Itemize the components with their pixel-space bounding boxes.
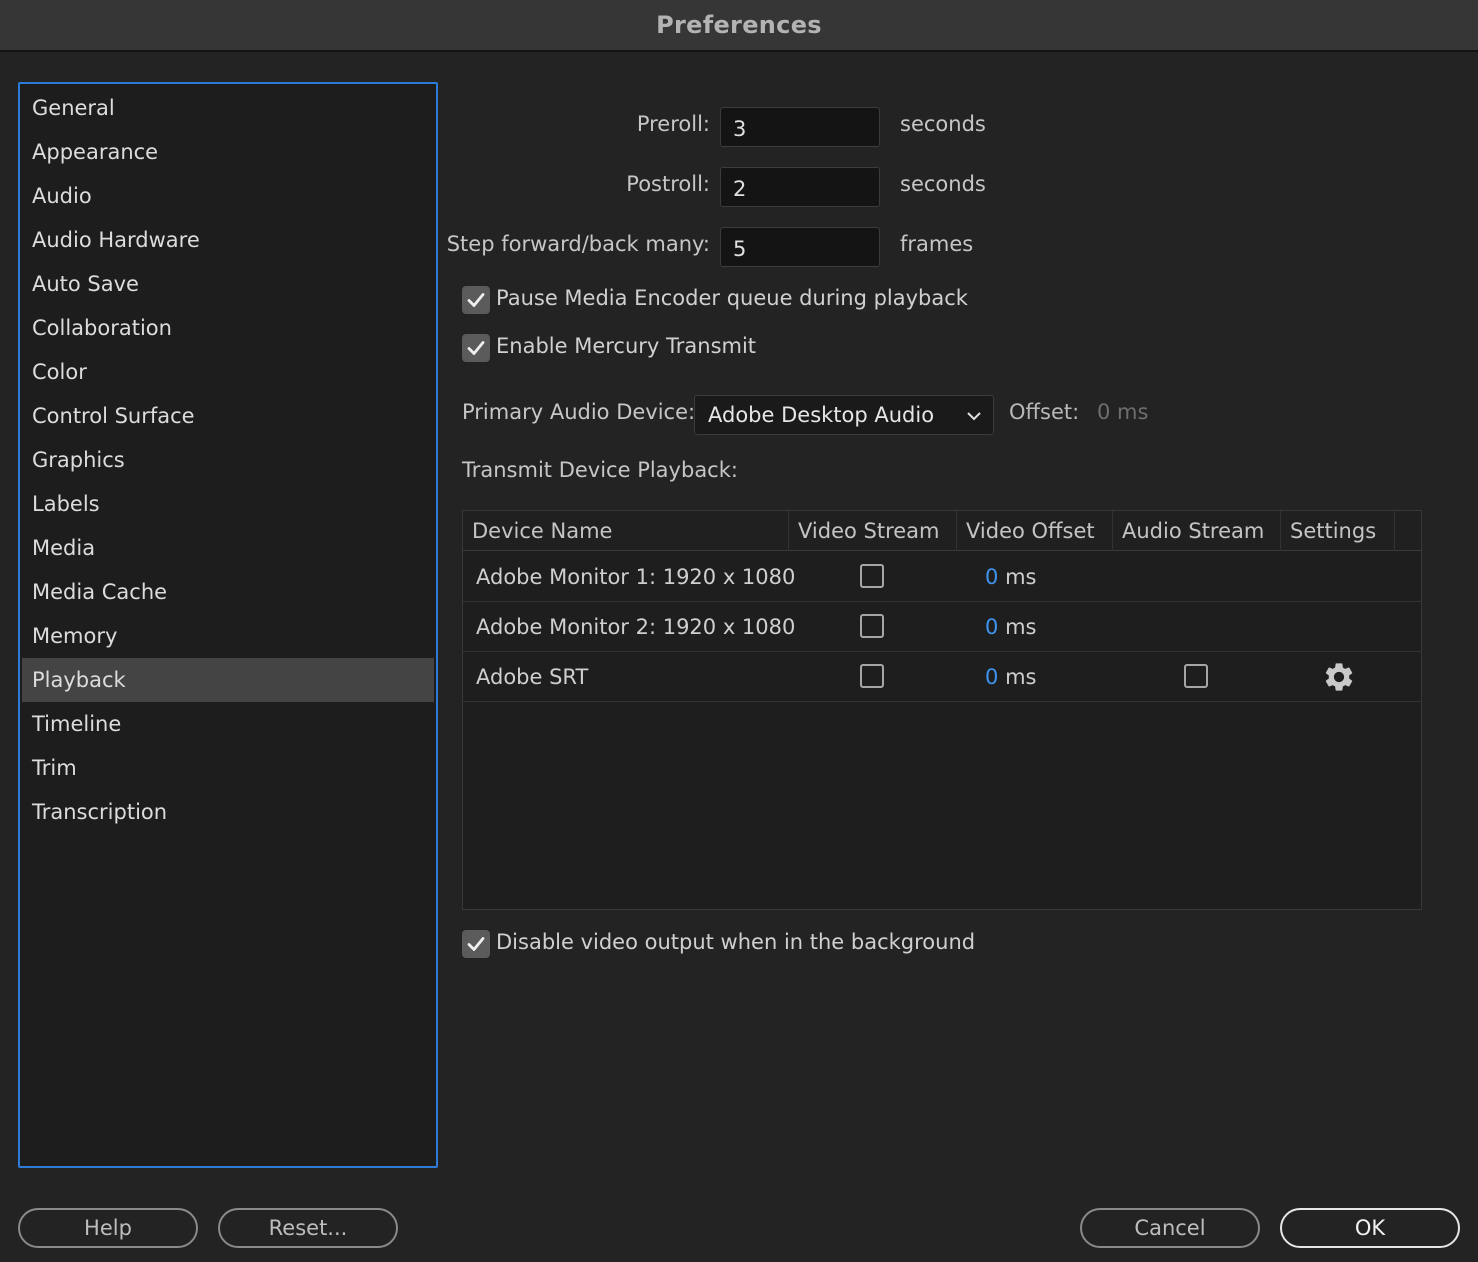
offset-label: Offset: (1009, 400, 1080, 424)
video-stream-checkbox[interactable] (860, 664, 884, 688)
sidebar-item-audio-hardware[interactable]: Audio Hardware (22, 218, 434, 262)
video-offset-unit: ms (1005, 615, 1037, 639)
sidebar-item-media[interactable]: Media (22, 526, 434, 570)
sidebar-item-media-cache[interactable]: Media Cache (22, 570, 434, 614)
column-header-settings[interactable]: Settings (1281, 511, 1395, 551)
device-name: Adobe SRT (476, 665, 589, 689)
mercury-transmit-label: Enable Mercury Transmit (496, 334, 757, 358)
table-row[interactable]: Adobe SRT 0 ms (463, 652, 1421, 702)
postroll-input[interactable] (720, 167, 880, 207)
sidebar-item-control-surface[interactable]: Control Surface (22, 394, 434, 438)
sidebar-item-trim[interactable]: Trim (22, 746, 434, 790)
settings-button[interactable] (1321, 652, 1357, 702)
sidebar-item-transcription[interactable]: Transcription (22, 790, 434, 834)
primary-audio-device-label: Primary Audio Device: (462, 400, 696, 424)
video-offset-value[interactable]: 0 (985, 615, 998, 639)
video-offset[interactable]: 0 ms (985, 602, 1036, 652)
device-name: Adobe Monitor 1: 1920 x 1080 (476, 565, 796, 589)
chevron-down-icon (967, 412, 981, 421)
column-header-audio-stream[interactable]: Audio Stream (1113, 511, 1281, 551)
step-unit: frames (900, 232, 974, 256)
column-header-video-offset[interactable]: Video Offset (957, 511, 1113, 551)
sidebar-item-memory[interactable]: Memory (22, 614, 434, 658)
cancel-button[interactable]: Cancel (1080, 1208, 1260, 1248)
pause-encoder-checkbox[interactable] (462, 286, 490, 314)
sidebar-item-labels[interactable]: Labels (22, 482, 434, 526)
sidebar-item-color[interactable]: Color (22, 350, 434, 394)
preferences-sidebar: General Appearance Audio Audio Hardware … (18, 82, 438, 1168)
gear-icon (1325, 663, 1353, 691)
video-offset-value[interactable]: 0 (985, 565, 998, 589)
postroll-label: Postroll: (626, 172, 710, 196)
video-offset-value[interactable]: 0 (985, 665, 998, 689)
offset-value: 0 ms (1097, 400, 1149, 424)
help-button[interactable]: Help (18, 1208, 198, 1248)
video-offset-unit: ms (1005, 565, 1037, 589)
sidebar-item-audio[interactable]: Audio (22, 174, 434, 218)
sidebar-item-auto-save[interactable]: Auto Save (22, 262, 434, 306)
preroll-label: Preroll: (636, 112, 710, 136)
sidebar-item-timeline[interactable]: Timeline (22, 702, 434, 746)
disable-background-label: Disable video output when in the backgro… (496, 930, 976, 954)
disable-background-checkbox[interactable] (462, 930, 490, 958)
sidebar-item-playback[interactable]: Playback (22, 658, 434, 702)
pause-encoder-label: Pause Media Encoder queue during playbac… (496, 286, 968, 310)
checkmark-icon (467, 937, 485, 951)
sidebar-item-collaboration[interactable]: Collaboration (22, 306, 434, 350)
mercury-transmit-checkbox[interactable] (462, 334, 490, 362)
column-header-device-name[interactable]: Device Name (463, 511, 789, 551)
video-offset[interactable]: 0 ms (985, 552, 1036, 602)
video-stream-checkbox[interactable] (860, 564, 884, 588)
primary-audio-device-dropdown[interactable]: Adobe Desktop Audio (694, 395, 994, 435)
checkmark-icon (467, 293, 485, 307)
postroll-unit: seconds (900, 172, 986, 196)
transmit-device-table: Device Name Video Stream Video Offset Au… (462, 510, 1422, 910)
title-bar: Preferences (0, 0, 1478, 52)
window-title: Preferences (656, 11, 822, 39)
sidebar-item-general[interactable]: General (22, 86, 434, 130)
column-header-video-stream[interactable]: Video Stream (789, 511, 957, 551)
video-offset[interactable]: 0 ms (985, 652, 1036, 702)
preroll-input[interactable] (720, 107, 880, 147)
checkmark-icon (467, 341, 485, 355)
ok-button[interactable]: OK (1280, 1208, 1460, 1248)
video-stream-checkbox[interactable] (860, 614, 884, 638)
table-row[interactable]: Adobe Monitor 2: 1920 x 1080 0 ms (463, 602, 1421, 652)
table-row[interactable]: Adobe Monitor 1: 1920 x 1080 0 ms (463, 552, 1421, 602)
audio-stream-checkbox[interactable] (1184, 664, 1208, 688)
device-name: Adobe Monitor 2: 1920 x 1080 (476, 615, 796, 639)
transmit-device-playback-label: Transmit Device Playback: (462, 458, 738, 482)
step-label: Step forward/back many: (446, 232, 710, 256)
primary-audio-device-value: Adobe Desktop Audio (708, 403, 935, 427)
reset-button[interactable]: Reset... (218, 1208, 398, 1248)
sidebar-item-graphics[interactable]: Graphics (22, 438, 434, 482)
preroll-unit: seconds (900, 112, 986, 136)
sidebar-item-appearance[interactable]: Appearance (22, 130, 434, 174)
table-header: Device Name Video Stream Video Offset Au… (463, 511, 1421, 551)
step-input[interactable] (720, 227, 880, 267)
video-offset-unit: ms (1005, 665, 1037, 689)
